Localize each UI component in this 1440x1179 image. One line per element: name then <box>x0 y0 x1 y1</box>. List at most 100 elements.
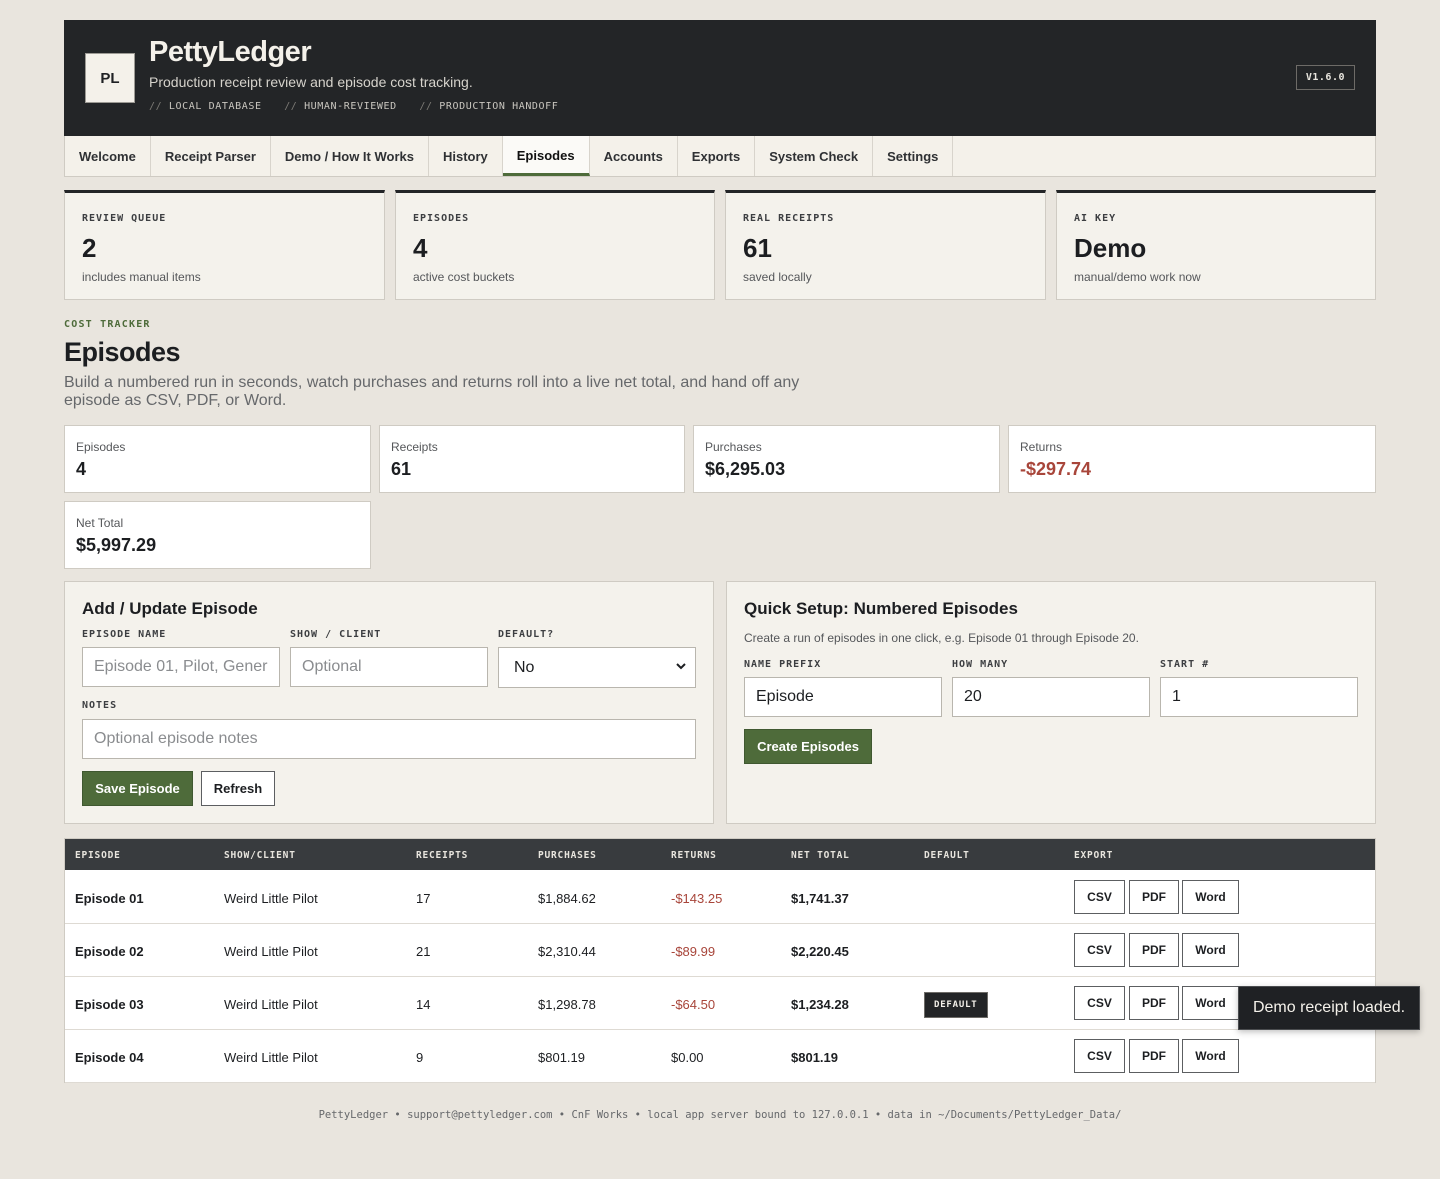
save-episode-button[interactable]: Save Episode <box>82 771 193 806</box>
cell-returns: -$89.99 <box>671 944 716 959</box>
cell-show: Weird Little Pilot <box>224 944 318 959</box>
panel-title: Add / Update Episode <box>82 599 258 618</box>
page-title: Episodes <box>64 337 181 367</box>
stat-card-ai-key: AI KEY Demo manual/demo work now <box>1056 190 1376 300</box>
export-pdf-button[interactable]: PDF <box>1129 986 1179 1020</box>
tab-exports[interactable]: Exports <box>678 136 756 176</box>
export-csv-button[interactable]: CSV <box>1074 933 1125 967</box>
app-tags: // LOCAL DATABASE // HUMAN-REVIEWED // P… <box>149 101 558 112</box>
tab-history[interactable]: History <box>429 136 503 176</box>
section-eyebrow: COST TRACKER <box>64 319 151 330</box>
table-row: Episode 01 Weird Little Pilot 17 $1,884.… <box>65 871 1375 924</box>
show-client-input[interactable] <box>290 647 488 687</box>
tag-local-database: LOCAL DATABASE <box>168 101 262 112</box>
cell-purchases: $2,310.44 <box>538 944 596 959</box>
export-word-button[interactable]: Word <box>1182 880 1239 914</box>
column-header-returns: RETURNS <box>671 850 717 861</box>
how-many-input[interactable] <box>952 677 1150 717</box>
tab-welcome[interactable]: Welcome <box>65 136 151 176</box>
column-header-default: DEFAULT <box>924 850 970 861</box>
summary-label: Purchases <box>705 440 762 454</box>
column-header-purchases: PURCHASES <box>538 850 597 861</box>
export-pdf-button[interactable]: PDF <box>1129 1039 1179 1073</box>
summary-label: Receipts <box>391 440 438 454</box>
tab-system-check[interactable]: System Check <box>755 136 874 176</box>
cell-purchases: $801.19 <box>538 1050 585 1065</box>
column-header-episode: EPISODE <box>75 850 121 861</box>
cell-episode: Episode 03 <box>75 997 144 1012</box>
cell-net-total: $1,234.28 <box>791 997 849 1012</box>
table-row: Episode 04 Weird Little Pilot 9 $801.19 … <box>65 1030 1375 1083</box>
tab-accounts[interactable]: Accounts <box>590 136 678 176</box>
cell-show: Weird Little Pilot <box>224 997 318 1012</box>
cell-show: Weird Little Pilot <box>224 1050 318 1065</box>
export-word-button[interactable]: Word <box>1182 1039 1239 1073</box>
app-title: PettyLedger <box>149 36 312 68</box>
export-word-button[interactable]: Word <box>1182 933 1239 967</box>
cell-receipts: 17 <box>416 891 431 906</box>
quick-setup-panel: Quick Setup: Numbered Episodes Create a … <box>726 581 1376 824</box>
cell-episode: Episode 02 <box>75 944 144 959</box>
cell-net-total: $1,741.37 <box>791 891 849 906</box>
summary-returns: Returns -$297.74 <box>1008 425 1376 493</box>
episode-name-input[interactable] <box>82 647 280 687</box>
column-header-export: EXPORT <box>1074 850 1114 861</box>
summary-episodes: Episodes 4 <box>64 425 371 493</box>
footer: PettyLedger • support@pettyledger.com • … <box>318 1109 1122 1121</box>
stat-value: 2 <box>82 233 97 263</box>
export-pdf-button[interactable]: PDF <box>1129 880 1179 914</box>
cell-net-total: $2,220.45 <box>791 944 849 959</box>
notes-input[interactable] <box>82 719 696 759</box>
name-prefix-label: NAME PREFIX <box>744 659 822 670</box>
export-csv-button[interactable]: CSV <box>1074 986 1125 1020</box>
app-logo: PL <box>85 53 135 103</box>
column-header-show-client: SHOW/CLIENT <box>224 850 296 861</box>
stat-label: REAL RECEIPTS <box>743 213 835 224</box>
export-csv-button[interactable]: CSV <box>1074 1039 1125 1073</box>
stat-card-episodes: EPISODES 4 active cost buckets <box>395 190 715 300</box>
stat-note: active cost buckets <box>413 270 515 284</box>
cell-returns: -$64.50 <box>671 997 716 1012</box>
main-tabs: Welcome Receipt Parser Demo / How It Wor… <box>64 136 1376 177</box>
stat-value: Demo <box>1074 233 1147 263</box>
create-episodes-button[interactable]: Create Episodes <box>744 729 872 764</box>
cell-receipts: 21 <box>416 944 431 959</box>
table-row: Episode 03 Weird Little Pilot 14 $1,298.… <box>65 977 1375 1030</box>
add-episode-panel: Add / Update Episode EPISODE NAME SHOW /… <box>64 581 714 824</box>
tab-settings[interactable]: Settings <box>873 136 954 176</box>
cell-purchases: $1,298.78 <box>538 997 596 1012</box>
stat-value: 4 <box>413 233 428 263</box>
tag-human-reviewed: HUMAN-REVIEWED <box>304 101 397 112</box>
start-number-input[interactable] <box>1160 677 1358 717</box>
tab-receipt-parser[interactable]: Receipt Parser <box>151 136 271 176</box>
tag-prefix: // <box>284 101 298 112</box>
summary-purchases: Purchases $6,295.03 <box>693 425 1000 493</box>
app-header: PL PettyLedger Production receipt review… <box>64 20 1376 136</box>
default-select-value: No <box>514 658 535 676</box>
column-header-net-total: NET TOTAL <box>791 850 850 861</box>
summary-value: $5,997.29 <box>76 535 157 555</box>
stat-card-review-queue: REVIEW QUEUE 2 includes manual items <box>64 190 385 300</box>
tag-prefix: // <box>149 101 163 112</box>
toast-notification: Demo receipt loaded. <box>1238 986 1420 1030</box>
summary-value: 61 <box>391 459 412 479</box>
export-word-button[interactable]: Word <box>1182 986 1239 1020</box>
refresh-button[interactable]: Refresh <box>201 771 275 806</box>
export-csv-button[interactable]: CSV <box>1074 880 1125 914</box>
page-description: Build a numbered run in seconds, watch p… <box>64 374 800 409</box>
default-select[interactable]: No <box>498 647 696 688</box>
export-pdf-button[interactable]: PDF <box>1129 933 1179 967</box>
tab-episodes[interactable]: Episodes <box>502 136 590 176</box>
app-subtitle: Production receipt review and episode co… <box>149 74 473 90</box>
show-client-label: SHOW / CLIENT <box>290 629 382 640</box>
name-prefix-input[interactable] <box>744 677 942 717</box>
default-label: DEFAULT? <box>498 629 555 640</box>
default-badge: DEFAULT <box>924 992 988 1018</box>
cell-receipts: 14 <box>416 997 431 1012</box>
stat-label: AI KEY <box>1074 213 1117 224</box>
summary-receipts: Receipts 61 <box>379 425 685 493</box>
summary-label: Returns <box>1020 440 1063 454</box>
summary-net-total: Net Total $5,997.29 <box>64 501 371 569</box>
tab-demo-how-it-works[interactable]: Demo / How It Works <box>271 136 429 176</box>
summary-value: -$297.74 <box>1020 459 1092 479</box>
